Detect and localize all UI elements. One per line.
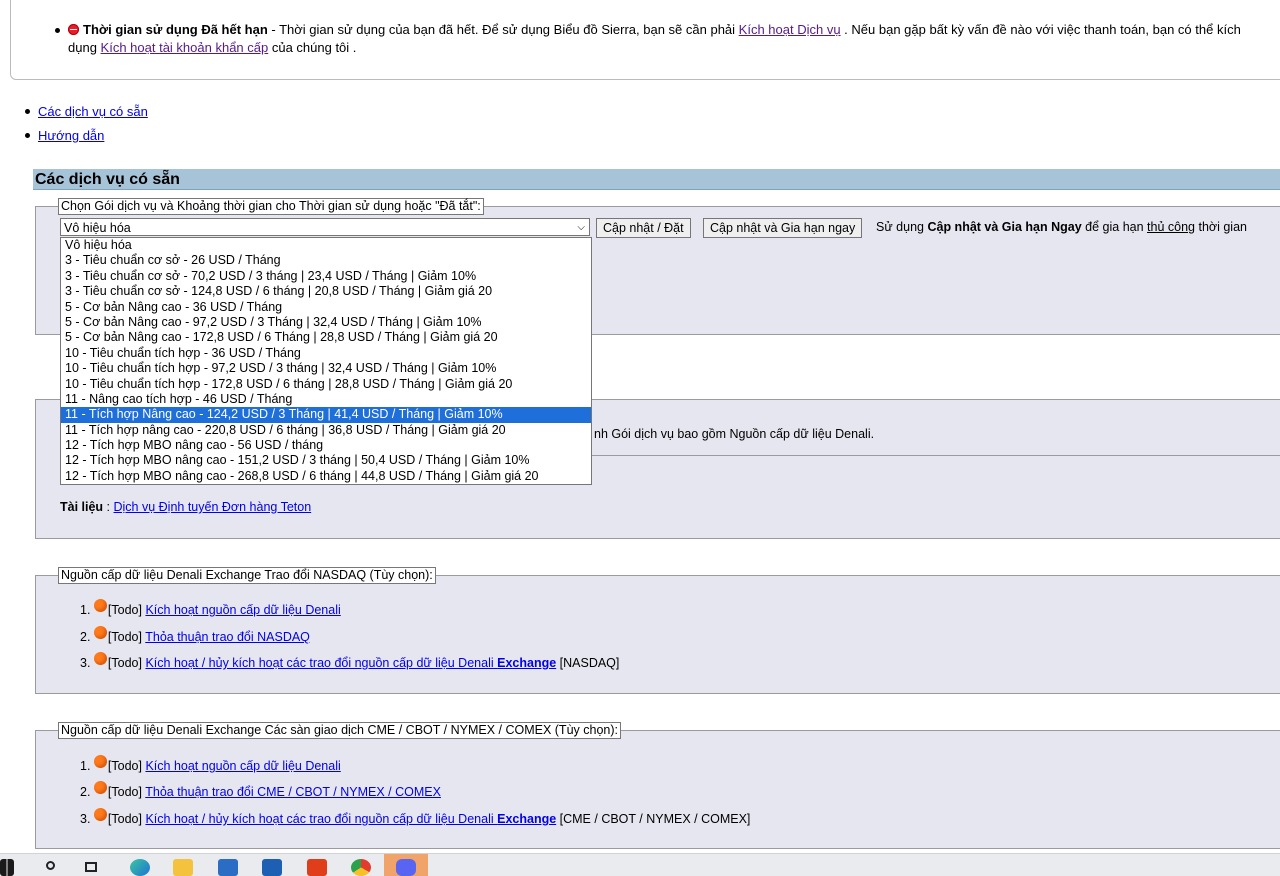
guide-link[interactable]: Hướng dẫn — [38, 128, 104, 143]
todo-link[interactable]: Thỏa thuận trao đổi CME / CBOT / NYMEX /… — [145, 785, 441, 799]
todo-status-icon — [93, 755, 107, 768]
todo-suffix: [NASDAQ] — [556, 656, 620, 670]
cme-legend: Nguồn cấp dữ liệu Denali Exchange Các sà… — [58, 722, 621, 739]
dropdown-option[interactable]: 5 - Cơ bản Nâng cao - 36 USD / Tháng — [61, 300, 591, 315]
todo-item: 3. [Todo] Kích hoạt / hủy kích hoạt các … — [80, 808, 751, 826]
todo-status-icon — [93, 626, 107, 639]
nasdaq-legend: Nguồn cấp dữ liệu Denali Exchange Trao đ… — [58, 567, 436, 584]
todo-tag: [Todo] — [107, 630, 146, 644]
chrome-icon[interactable] — [351, 859, 371, 876]
hint-text: thời gian — [1195, 220, 1247, 234]
todo-tag: [Todo] — [107, 656, 146, 670]
section-title: Các dịch vụ có sẵn — [33, 169, 1280, 190]
teton-doc-link[interactable]: Dịch vụ Định tuyến Đơn hàng Teton — [114, 500, 312, 514]
todo-link[interactable]: Kích hoạt nguồn cấp dữ liệu Denali — [145, 603, 340, 617]
dropdown-option[interactable]: 11 - Nâng cao tích hợp - 46 USD / Tháng — [61, 392, 591, 407]
dropdown-option[interactable]: 11 - Tích hợp nâng cao - 220,8 USD / 6 t… — [61, 423, 591, 438]
dropdown-option[interactable]: 10 - Tiêu chuẩn tích hợp - 172,8 USD / 6… — [61, 377, 591, 392]
office-icon[interactable] — [307, 859, 327, 876]
search-icon[interactable] — [44, 859, 58, 876]
notice-text: . Nếu bạn gặp bất kỳ vấn đề nào với việc… — [840, 22, 1241, 37]
todo-item: 3. [Todo] Kích hoạt / hủy kích hoạt các … — [80, 652, 620, 670]
dropdown-option[interactable]: Vô hiệu hóa — [61, 238, 591, 253]
dropdown-option[interactable]: 11 - Tích hợp Nâng cao - 124,2 USD / 3 T… — [61, 407, 591, 423]
todo-status-icon — [93, 808, 107, 821]
dropdown-option[interactable]: 12 - Tích hợp MBO nâng cao - 268,8 USD /… — [61, 469, 591, 484]
todo-link[interactable]: Kích hoạt / hủy kích hoạt các trao đổi n… — [145, 656, 556, 670]
task-view-icon[interactable] — [84, 859, 100, 876]
hint-text: Sử dụng — [876, 220, 928, 234]
update-hint: Sử dụng Cập nhật và Gia hạn Ngay để gia … — [876, 220, 1247, 234]
error-icon — [68, 24, 79, 35]
list-number: 3. — [80, 812, 91, 826]
notice-text: dụng — [68, 40, 101, 55]
discord-icon[interactable] — [384, 854, 428, 876]
bullet — [25, 109, 30, 114]
doc-sep: : — [103, 500, 114, 514]
todo-item: 2. [Todo] Thỏa thuận trao đổi NASDAQ — [80, 626, 310, 644]
windows-start-icon[interactable] — [0, 859, 14, 876]
todo-suffix: [CME / CBOT / NYMEX / COMEX] — [556, 812, 751, 826]
list-number: 1. — [80, 759, 91, 773]
hint-bold: Cập nhật và Gia hạn Ngay — [927, 220, 1082, 234]
list-number: 1. — [80, 603, 91, 617]
notice-line-1: Thời gian sử dụng Đã hết hạn - Thời gian… — [68, 22, 1241, 37]
update-set-button[interactable]: Cập nhật / Đặt — [596, 218, 691, 238]
todo-link[interactable]: Thỏa thuận trao đổi NASDAQ — [145, 630, 310, 644]
package-dropdown-list[interactable]: Vô hiệu hóa 3 - Tiêu chuẩn cơ sở - 26 USD… — [60, 237, 592, 486]
chevron-down-icon: ⌵ — [577, 222, 585, 233]
file-explorer-icon[interactable] — [173, 859, 193, 876]
package-select[interactable]: Vô hiệu hóa ⌵ — [60, 218, 590, 236]
dropdown-option[interactable]: 3 - Tiêu chuẩn cơ sở - 70,2 USD / 3 thán… — [61, 269, 591, 284]
notice-text: của chúng tôi . — [268, 40, 357, 55]
activate-service-link[interactable]: Kích hoạt Dịch vụ — [739, 22, 841, 37]
doc-label: Tài liệu — [60, 500, 104, 514]
hint-text: để gia hạn — [1081, 220, 1148, 234]
todo-item: 1. [Todo] Kích hoạt nguồn cấp dữ liệu De… — [80, 755, 341, 773]
todo-link[interactable]: Kích hoạt / hủy kích hoạt các trao đổi n… — [145, 812, 556, 826]
store-icon[interactable] — [218, 859, 238, 876]
mail-icon[interactable] — [262, 859, 282, 876]
dropdown-option[interactable]: 3 - Tiêu chuẩn cơ sở - 26 USD / Tháng — [61, 253, 591, 268]
dropdown-option[interactable]: 10 - Tiêu chuẩn tích hợp - 97,2 USD / 3 … — [61, 361, 591, 376]
update-extend-button[interactable]: Cập nhật và Gia hạn ngay — [703, 218, 863, 238]
todo-item: 2. [Todo] Thỏa thuận trao đổi CME / CBOT… — [80, 781, 441, 799]
list-number: 3. — [80, 656, 91, 670]
list-number: 2. — [80, 630, 91, 644]
list-number: 2. — [80, 785, 91, 799]
todo-tag: [Todo] — [107, 785, 146, 799]
notice-line-2: dụng Kích hoạt tài khoản khẩn cấp của ch… — [68, 40, 356, 55]
notice-title: Thời gian sử dụng Đã hết hạn — [83, 22, 268, 37]
edge-icon[interactable] — [130, 859, 150, 876]
todo-tag: [Todo] — [107, 812, 146, 826]
taskbar — [0, 853, 1280, 876]
available-services-link[interactable]: Các dịch vụ có sẵn — [38, 104, 148, 119]
bullet — [25, 133, 30, 138]
todo-status-icon — [93, 781, 107, 794]
dropdown-option[interactable]: 5 - Cơ bản Nâng cao - 172,8 USD / 6 Thán… — [61, 330, 591, 345]
todo-tag: [Todo] — [107, 603, 146, 617]
manual-link[interactable]: thủ công — [1147, 220, 1195, 234]
select-value: Vô hiệu hóa — [64, 221, 131, 235]
todo-status-icon — [93, 652, 107, 665]
emergency-activation-link[interactable]: Kích hoạt tài khoản khẩn cấp — [101, 40, 269, 55]
dropdown-option[interactable]: 12 - Tích hợp MBO nâng cao - 151,2 USD /… — [61, 453, 591, 468]
notice-text: - Thời gian sử dụng của bạn đã hết. Để s… — [267, 22, 739, 37]
dropdown-option[interactable]: 5 - Cơ bản Nâng cao - 97,2 USD / 3 Tháng… — [61, 315, 591, 330]
teton-description: nh Gói dịch vụ bao gồm Nguồn cấp dữ liệu… — [594, 427, 875, 441]
teton-doc-row: Tài liệu : Dịch vụ Định tuyến Đơn hàng T… — [60, 500, 311, 514]
dropdown-option[interactable]: 3 - Tiêu chuẩn cơ sở - 124,8 USD / 6 thá… — [61, 284, 591, 299]
dropdown-option[interactable]: 12 - Tích hợp MBO nâng cao - 56 USD / th… — [61, 438, 591, 453]
dropdown-option[interactable]: 10 - Tiêu chuẩn tích hợp - 36 USD / Thán… — [61, 346, 591, 361]
divider — [592, 455, 1280, 456]
todo-item: 1. [Todo] Kích hoạt nguồn cấp dữ liệu De… — [80, 599, 341, 617]
todo-status-icon — [93, 599, 107, 612]
bullet — [55, 28, 60, 33]
package-legend: Chọn Gói dịch vụ và Khoảng thời gian cho… — [58, 198, 484, 215]
todo-tag: [Todo] — [107, 759, 146, 773]
todo-link[interactable]: Kích hoạt nguồn cấp dữ liệu Denali — [145, 759, 340, 773]
